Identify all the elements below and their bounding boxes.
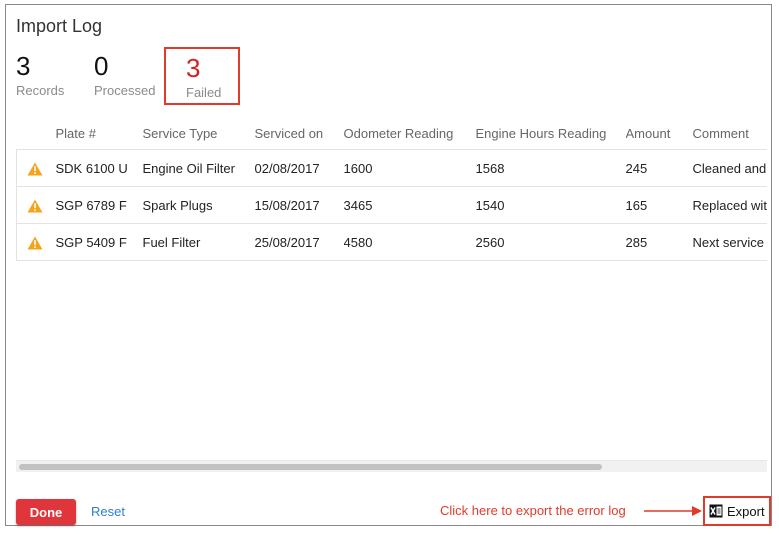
header-status [17, 117, 56, 150]
cell-comment: Next service [692, 223, 767, 261]
cell-service-type: Engine Oil Filter [142, 149, 255, 187]
header-plate[interactable]: Plate # [56, 117, 143, 150]
cell-amount: 285 [625, 223, 693, 261]
cell-engine-hours: 1568 [475, 149, 626, 187]
row-status-cell [16, 223, 56, 261]
cell-service-type: Spark Plugs [142, 186, 255, 224]
records-count: 3 [16, 51, 31, 81]
processed-label: Processed [94, 83, 156, 98]
cell-plate: SGP 5409 F [55, 223, 143, 261]
cell-service-type: Fuel Filter [142, 223, 255, 261]
reset-link[interactable]: Reset [91, 504, 125, 519]
dialog-title: Import Log [16, 16, 103, 36]
failed-label: Failed [186, 85, 222, 100]
header-engine-hours[interactable]: Engine Hours Reading [476, 117, 626, 150]
done-button[interactable]: Done [16, 499, 76, 525]
cell-engine-hours: 2560 [475, 223, 626, 261]
cell-plate: SGP 6789 F [55, 186, 143, 224]
export-button[interactable]: Export [707, 500, 767, 522]
cell-odometer: 3465 [343, 186, 476, 224]
warning-icon [27, 199, 43, 213]
horizontal-scrollbar[interactable] [16, 460, 767, 472]
cell-comment: Cleaned and [692, 149, 767, 187]
table-header-row: Plate # Service Type Serviced on Odomete… [17, 117, 768, 150]
import-log-dialog: Import Log 3 Records 0 Processed 3 Faile… [5, 4, 772, 526]
excel-icon [709, 504, 723, 518]
export-annotation: Click here to export the error log [440, 503, 626, 518]
annotation-arrow-icon [644, 506, 702, 516]
records-label: Records [16, 83, 65, 98]
scrollbar-thumb[interactable] [19, 464, 602, 470]
cell-serviced-on: 15/08/2017 [254, 186, 344, 224]
warning-icon [27, 236, 43, 250]
cell-odometer: 1600 [343, 149, 476, 187]
warning-icon [27, 162, 43, 176]
table-row[interactable]: SGP 5409 F Fuel Filter 25/08/2017 4580 2… [16, 223, 767, 261]
cell-plate: SDK 6100 U [55, 149, 143, 187]
row-status-cell [16, 186, 56, 224]
stat-records: 3 Records [16, 51, 64, 98]
header-serviced-on[interactable]: Serviced on [255, 117, 344, 150]
export-label: Export [727, 503, 765, 519]
header-amount[interactable]: Amount [626, 117, 693, 150]
cell-serviced-on: 25/08/2017 [254, 223, 344, 261]
header-service-type[interactable]: Service Type [143, 117, 255, 150]
cell-amount: 245 [625, 149, 693, 187]
export-highlight: Export [703, 496, 771, 526]
table-row[interactable]: SDK 6100 U Engine Oil Filter 02/08/2017 … [16, 149, 767, 187]
import-table: Plate # Service Type Serviced on Odomete… [16, 117, 767, 261]
cell-amount: 165 [625, 186, 693, 224]
processed-count: 0 [94, 51, 109, 81]
header-comment[interactable]: Comment [693, 117, 768, 150]
stat-processed: 0 Processed [94, 51, 155, 98]
failed-count: 3 [186, 53, 201, 83]
row-status-cell [16, 149, 56, 187]
cell-odometer: 4580 [343, 223, 476, 261]
header-odometer[interactable]: Odometer Reading [344, 117, 476, 150]
cell-engine-hours: 1540 [475, 186, 626, 224]
stat-failed-highlight: 3 Failed [164, 47, 240, 105]
import-table-container: Plate # Service Type Serviced on Odomete… [16, 117, 767, 473]
cell-serviced-on: 02/08/2017 [254, 149, 344, 187]
table-row[interactable]: SGP 6789 F Spark Plugs 15/08/2017 3465 1… [16, 186, 767, 224]
cell-comment: Replaced wit [692, 186, 767, 224]
